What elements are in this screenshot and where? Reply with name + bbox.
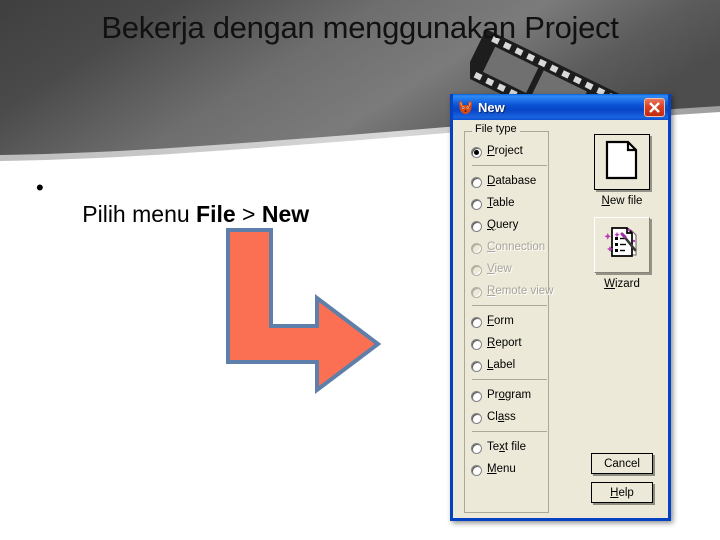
radio-option-table[interactable]: Table bbox=[471, 195, 549, 213]
wizard-accel: W bbox=[604, 278, 615, 290]
radio-option-label: Program bbox=[487, 389, 532, 402]
radio-option-text-file[interactable]: Text file bbox=[471, 439, 549, 457]
document-page-icon bbox=[605, 140, 639, 185]
radio-indicator bbox=[471, 220, 482, 232]
radio-option-label: Database bbox=[487, 175, 537, 188]
radio-indicator bbox=[471, 442, 482, 454]
radio-group-separator bbox=[472, 305, 547, 306]
new-file-accel: N bbox=[601, 195, 610, 207]
new-file-caption-rest: ew file bbox=[609, 195, 643, 207]
file-type-groupbox: File type Project Database Table Query Conne… bbox=[464, 124, 553, 513]
radio-option-view: View bbox=[471, 261, 549, 279]
radio-indicator bbox=[471, 242, 482, 254]
radio-option-query[interactable]: Query bbox=[471, 217, 549, 235]
radio-indicator bbox=[471, 316, 482, 328]
file-type-radio-list: Project Database Table Query Connection View R… bbox=[471, 143, 553, 483]
help-button-label: Help bbox=[610, 486, 634, 499]
new-file-button[interactable] bbox=[594, 134, 650, 190]
radio-indicator bbox=[471, 360, 482, 372]
close-icon[interactable] bbox=[644, 97, 665, 117]
radio-indicator bbox=[471, 176, 482, 188]
radio-indicator bbox=[471, 338, 482, 350]
radio-option-menu[interactable]: Menu bbox=[471, 461, 549, 479]
wizard-caption: Wizard bbox=[584, 278, 660, 291]
radio-indicator bbox=[471, 286, 482, 298]
radio-option-report[interactable]: Report bbox=[471, 335, 549, 353]
fox-icon bbox=[457, 99, 474, 116]
radio-group-separator bbox=[472, 431, 547, 432]
radio-option-label: Query bbox=[487, 219, 519, 232]
bullet-text-prefix: Pilih menu bbox=[82, 201, 197, 227]
radio-option-label: Report bbox=[487, 337, 522, 350]
radio-indicator bbox=[471, 198, 482, 210]
file-type-legend: File type bbox=[472, 124, 520, 135]
radio-group-separator bbox=[472, 165, 547, 166]
radio-indicator bbox=[471, 412, 482, 424]
magic-wand-document-icon bbox=[603, 224, 641, 267]
radio-option-label: Text file bbox=[487, 441, 526, 454]
wizard-caption-rest: izard bbox=[614, 278, 640, 290]
radio-option-database[interactable]: Database bbox=[471, 173, 549, 191]
radio-option-label: Connection bbox=[487, 241, 546, 254]
bullet-marker: • bbox=[36, 175, 44, 200]
help-button[interactable]: Help bbox=[591, 482, 653, 503]
dialog-body: File type Project Database Table Query Conne… bbox=[453, 120, 668, 518]
cancel-button[interactable]: Cancel bbox=[591, 453, 653, 474]
radio-option-project[interactable]: Project bbox=[471, 143, 549, 161]
radio-option-class[interactable]: Class bbox=[471, 409, 549, 427]
new-dialog-window[interactable]: New File type Project Database Table Query C… bbox=[450, 94, 671, 521]
radio-option-label: Menu bbox=[487, 463, 516, 476]
dialog-title-text: New bbox=[478, 99, 505, 115]
radio-indicator bbox=[471, 264, 482, 276]
radio-option-form[interactable]: Form bbox=[471, 313, 549, 331]
cancel-button-label: Cancel bbox=[604, 457, 640, 470]
radio-option-label: Class bbox=[487, 411, 516, 424]
wizard-button[interactable] bbox=[594, 217, 650, 273]
radio-option-label: Project bbox=[487, 145, 523, 158]
radio-option-label: Remote view bbox=[487, 285, 554, 298]
radio-option-label: Label bbox=[487, 359, 516, 372]
radio-option-label: Table bbox=[487, 197, 515, 210]
radio-indicator bbox=[471, 464, 482, 476]
radio-group-separator bbox=[472, 379, 547, 380]
dialog-title-bar[interactable]: New bbox=[453, 94, 668, 120]
radio-indicator bbox=[471, 390, 482, 402]
radio-option-label[interactable]: Label bbox=[471, 357, 549, 375]
radio-option-label: Form bbox=[487, 315, 514, 328]
radio-option-connection: Connection bbox=[471, 239, 549, 257]
radio-option-remote-view: Remote view bbox=[471, 283, 553, 301]
bent-arrow-icon bbox=[212, 222, 387, 402]
radio-option-label: View bbox=[487, 263, 512, 276]
radio-option-program[interactable]: Program bbox=[471, 387, 549, 405]
radio-indicator bbox=[471, 146, 482, 158]
new-file-caption: New file bbox=[584, 195, 660, 208]
